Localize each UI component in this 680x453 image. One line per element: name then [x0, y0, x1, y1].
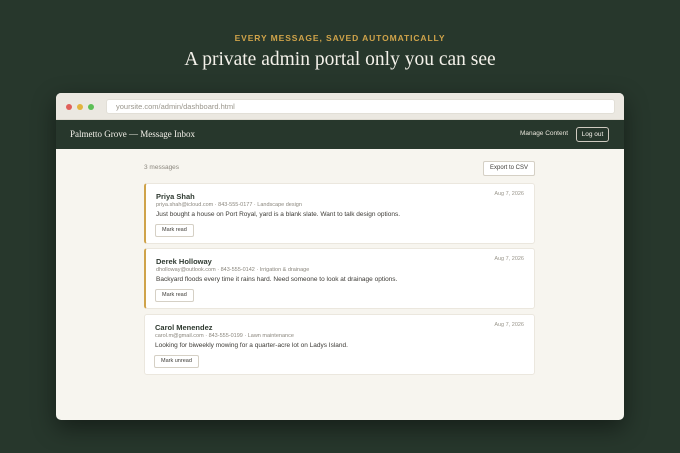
message-date: Aug 7, 2026 [494, 191, 524, 197]
logout-button[interactable]: Log out [576, 127, 609, 142]
maximize-window-dot[interactable] [88, 104, 94, 110]
close-window-dot[interactable] [66, 104, 72, 110]
message-card: Derek Holloway Aug 7, 2026 dholloway@out… [144, 248, 535, 309]
message-date: Aug 7, 2026 [494, 256, 524, 262]
message-count: 3 messages [144, 164, 180, 171]
message-body: Just bought a house on Port Royal, yard … [156, 211, 401, 218]
mark-unread-button[interactable]: Mark unread [154, 355, 199, 368]
sender-name: Carol Menendez [155, 323, 213, 332]
message-card: Priya Shah Aug 7, 2026 priya.shah@icloud… [144, 183, 535, 244]
sender-meta: dholloway@outlook.com · 843-555-0142 · I… [156, 267, 310, 273]
manage-content-link[interactable]: Manage Content [520, 130, 568, 137]
message-body: Backyard floods every time it rains hard… [156, 276, 398, 283]
mark-read-button[interactable]: Mark read [155, 224, 194, 237]
sender-meta: priya.shah@icloud.com · 843-555-0177 · L… [156, 202, 302, 208]
hero-eyebrow: EVERY MESSAGE, SAVED AUTOMATICALLY [234, 33, 446, 43]
mark-read-button[interactable]: Mark read [155, 289, 194, 302]
browser-window: yoursite.com/admin/dashboard.html Palmet… [56, 93, 624, 420]
browser-chrome: yoursite.com/admin/dashboard.html [56, 93, 624, 120]
message-date: Aug 7, 2026 [494, 322, 524, 328]
sender-meta: carol.m@gmail.com · 843-555-0199 · Lawn … [155, 333, 294, 339]
minimize-window-dot[interactable] [77, 104, 83, 110]
export-csv-button[interactable]: Export to CSV [483, 161, 535, 176]
message-card: Carol Menendez Aug 7, 2026 carol.m@gmail… [144, 314, 535, 375]
app-title: Palmetto Grove — Message Inbox [70, 129, 195, 139]
sender-name: Priya Shah [156, 192, 195, 201]
address-bar[interactable]: yoursite.com/admin/dashboard.html [106, 99, 615, 114]
message-body: Looking for biweekly mowing for a quarte… [155, 342, 348, 349]
hero-headline: A private admin portal only you can see [184, 49, 496, 70]
sender-name: Derek Holloway [156, 257, 212, 266]
app-header: Palmetto Grove — Message Inbox Manage Co… [56, 120, 624, 149]
